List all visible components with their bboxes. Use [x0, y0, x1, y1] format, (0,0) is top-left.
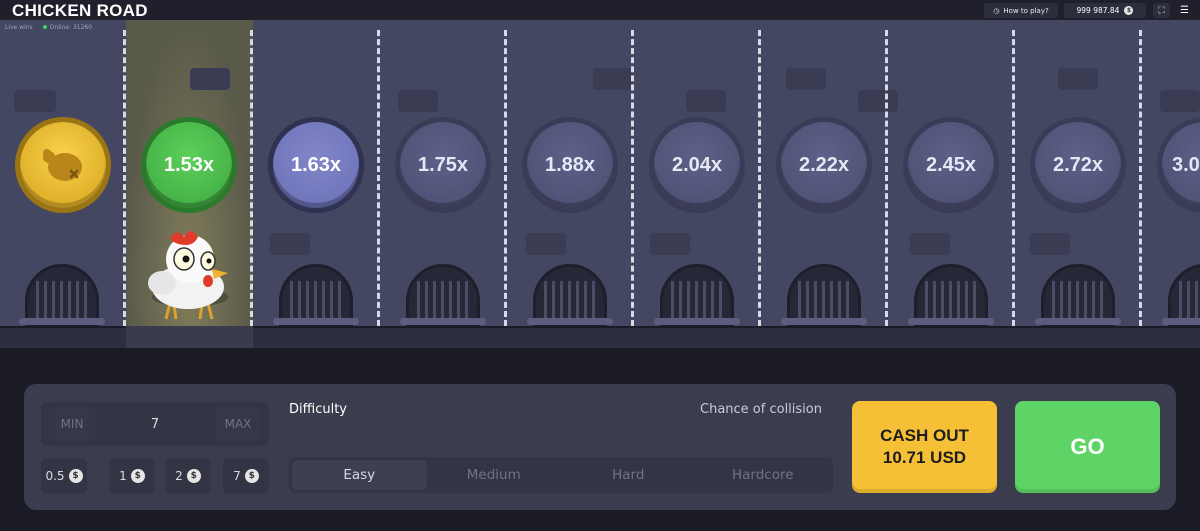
lane-divider: [1139, 30, 1142, 326]
grate-base: [654, 318, 740, 325]
difficulty-selector: Easy Medium Hard Hardcore: [289, 457, 833, 493]
dollar-coin-icon: $: [68, 469, 83, 483]
live-status: Live wins Online: 31260: [5, 24, 92, 31]
quick-bet-chip[interactable]: 7 $: [223, 458, 269, 494]
online-count: Online: 31260: [42, 24, 92, 31]
live-wins-label[interactable]: Live wins: [5, 24, 33, 31]
difficulty-hard-tab[interactable]: Hard: [561, 460, 696, 490]
lane-divider: [1012, 30, 1015, 326]
cash-out-label: CASH OUT: [880, 426, 969, 445]
lane-divider: [377, 30, 380, 326]
cash-out-amount: 10.71 USD: [882, 448, 967, 467]
bet-amount-control: MIN 7 MAX: [41, 402, 269, 446]
multiplier-coin: 3.0: [1162, 122, 1200, 208]
wall-brick: [190, 68, 230, 90]
wall-brick: [910, 233, 950, 255]
difficulty-medium-tab[interactable]: Medium: [427, 460, 562, 490]
wall-brick: [686, 90, 726, 112]
quick-bet-chip[interactable]: 1 $: [109, 458, 155, 494]
lane-divider: [123, 30, 126, 326]
bet-control-panel: MIN 7 MAX 0.5 $ 1 $ 2 $ 7 $ Difficulty C…: [24, 384, 1176, 510]
online-dot-icon: [42, 25, 47, 29]
lane-divider: [631, 30, 634, 326]
road-stage: 1.53x 1.63x 1.75x 1.88x 2.04x 2.22x 2.45…: [0, 20, 1200, 348]
cash-out-button[interactable]: CASH OUT 10.71 USD: [852, 401, 997, 493]
multiplier-coin: 2.22x: [781, 122, 867, 208]
sewer-grate: [914, 264, 988, 326]
wall-brick: [398, 90, 438, 112]
chicken-character: [148, 231, 228, 320]
lane-divider: [504, 30, 507, 326]
grate-base: [1035, 318, 1121, 325]
go-button[interactable]: GO: [1015, 401, 1160, 493]
wall-brick: [526, 233, 566, 255]
wall-brick: [1030, 233, 1070, 255]
wall-brick: [650, 233, 690, 255]
wall-brick: [1160, 90, 1200, 112]
road-current-lane: [126, 326, 253, 348]
wall-brick: [593, 68, 633, 90]
menu-icon[interactable]: ☰: [1176, 3, 1193, 18]
grate-base: [781, 318, 867, 325]
multiplier-coin: 2.45x: [908, 122, 994, 208]
sewer-grate: [787, 264, 861, 326]
dollar-coin-icon: $: [1124, 6, 1134, 15]
start-coin: [20, 122, 106, 208]
difficulty-easy-tab[interactable]: Easy: [292, 460, 427, 490]
grate-base: [273, 318, 359, 325]
difficulty-hardcore-tab[interactable]: Hardcore: [696, 460, 831, 490]
quick-bet-value: 0.5: [45, 469, 65, 483]
sewer-grate: [25, 264, 99, 326]
how-to-play-button[interactable]: ◷ How to play?: [984, 3, 1058, 18]
dollar-coin-icon: $: [186, 469, 201, 483]
collision-chance-label: Chance of collision: [700, 402, 822, 417]
grate-base: [19, 318, 105, 325]
wall-brick: [786, 68, 826, 90]
quick-bet-chip[interactable]: 0.5 $: [41, 458, 87, 494]
wall-brick: [14, 90, 56, 112]
game-logo: CHICKEN ROAD: [12, 1, 148, 20]
lane-divider: [758, 30, 761, 326]
top-bar: CHICKEN ROAD ◷ How to play? 999 987.84 $…: [0, 0, 1200, 20]
quick-bet-value: 7: [233, 469, 241, 483]
multiplier-coin: 2.04x: [654, 122, 740, 208]
difficulty-label: Difficulty: [289, 402, 347, 417]
roast-chicken-icon: [43, 149, 82, 181]
clock-icon: ◷: [993, 6, 1000, 15]
quick-bet-chip[interactable]: 2 $: [165, 458, 211, 494]
grate-base: [1162, 318, 1200, 325]
quick-bet-value: 1: [119, 469, 127, 483]
multiplier-coin: 2.72x: [1035, 122, 1121, 208]
sewer-grate: [406, 264, 480, 326]
grate-base: [400, 318, 486, 325]
lane-divider: [885, 30, 888, 326]
multiplier-coin: 1.53x: [146, 122, 232, 208]
sewer-grate: [279, 264, 353, 326]
multiplier-coin: 1.88x: [527, 122, 613, 208]
wall-brick: [1058, 68, 1098, 90]
sewer-grate: [1041, 264, 1115, 326]
dollar-coin-icon: $: [130, 469, 145, 483]
max-bet-button[interactable]: MAX: [215, 407, 261, 441]
grate-base: [908, 318, 994, 325]
how-to-play-label: How to play?: [1003, 6, 1049, 15]
fullscreen-icon[interactable]: ⛶: [1153, 3, 1170, 18]
sewer-grate: [660, 264, 734, 326]
quick-bet-value: 2: [175, 469, 183, 483]
multiplier-coin[interactable]: 1.63x: [273, 122, 359, 208]
multiplier-coin: 1.75x: [400, 122, 486, 208]
bet-amount-input[interactable]: 7: [151, 417, 159, 432]
lane-divider: [250, 30, 253, 326]
min-bet-button[interactable]: MIN: [49, 407, 95, 441]
grate-base: [527, 318, 613, 325]
sewer-grate: [1168, 264, 1200, 326]
balance-value: 999 987.84: [1076, 6, 1120, 15]
sewer-grate: [533, 264, 607, 326]
dollar-coin-icon: $: [244, 469, 259, 483]
balance-display: 999 987.84 $: [1064, 3, 1146, 18]
wall-brick: [270, 233, 310, 255]
wall-brick: [858, 90, 898, 112]
